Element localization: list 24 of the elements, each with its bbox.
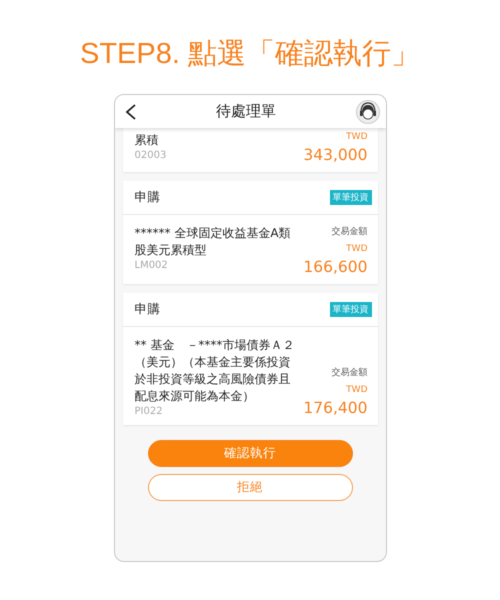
fund-code: LM002 bbox=[134, 260, 169, 271]
amount: 176,400 bbox=[303, 399, 368, 417]
order-badge: 單筆投資 bbox=[330, 302, 372, 317]
fund-code: PI022 bbox=[134, 406, 164, 417]
fund-code: 02003 bbox=[134, 150, 168, 161]
currency: TWD bbox=[346, 385, 368, 395]
screen-title: 待處理單 bbox=[216, 102, 276, 121]
support-agent-icon[interactable] bbox=[356, 100, 380, 124]
confirm-button[interactable]: 確認執行 bbox=[148, 440, 352, 467]
step-title: STEP8. 點選「確認執行」 bbox=[80, 37, 420, 72]
order-type: 申購 bbox=[134, 301, 160, 318]
reject-button[interactable]: 拒絕 bbox=[148, 474, 352, 501]
amount: 343,000 bbox=[303, 146, 368, 164]
amount: 166,600 bbox=[303, 258, 368, 276]
order-type: 申購 bbox=[134, 189, 160, 206]
back-icon[interactable] bbox=[124, 104, 136, 120]
fund-name: ****** 全球固定收益基金A類股美元累積型 bbox=[134, 225, 292, 259]
currency: TWD bbox=[346, 132, 368, 142]
fund-name: ** 基金 －****市場債券Ａ２（美元）（本基金主要係投資於非投資等級之高風險債券且配息來源可能為本金） bbox=[134, 337, 296, 405]
order-badge: 單筆投資 bbox=[330, 190, 372, 205]
currency: TWD bbox=[346, 244, 368, 254]
amount-label: 交易金額 bbox=[332, 226, 368, 238]
amount-label: 交易金額 bbox=[332, 366, 368, 379]
fund-name: 累積 bbox=[134, 132, 160, 149]
